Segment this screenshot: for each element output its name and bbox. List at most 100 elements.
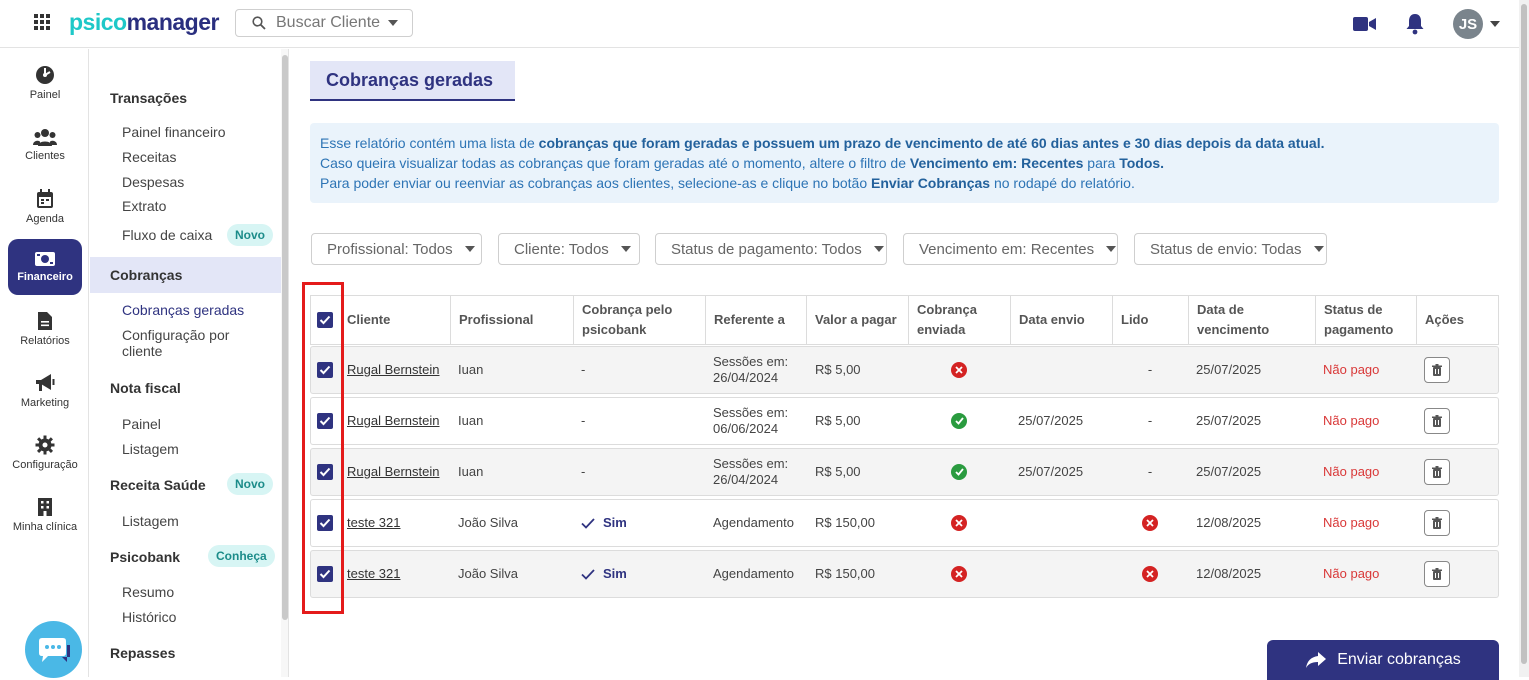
chat-support-button[interactable]	[25, 621, 82, 678]
chevron-down-icon	[464, 246, 475, 252]
psicobank-cell: -	[581, 464, 586, 479]
send-charges-button[interactable]: Enviar cobranças	[1267, 640, 1499, 680]
nav-configuracao[interactable]: Configuração	[8, 425, 82, 481]
payment-status-cell: Não pago	[1323, 500, 1416, 546]
nav-minha-clinica[interactable]: Minha clínica	[8, 487, 82, 543]
actions-cell	[1424, 347, 1484, 393]
status-badge: Não pago	[1323, 362, 1380, 377]
subnav-item-painel-financeiro[interactable]: Painel financeiro	[122, 124, 226, 140]
delete-button[interactable]	[1424, 561, 1450, 587]
subnav-section-nota-fiscal[interactable]: Nota fiscal	[110, 380, 181, 396]
subnav-item-rs-listagem[interactable]: Listagem	[122, 513, 179, 529]
col-cliente[interactable]: Cliente	[339, 296, 450, 344]
psicobank-cell: Sim	[581, 500, 705, 546]
psicobank-yes: Sim	[581, 566, 627, 582]
read-cell	[1112, 500, 1188, 546]
financeiro-subnav: Transações Painel financeiro Receitas De…	[90, 49, 281, 677]
client-link[interactable]: Rugal Bernstein	[347, 398, 450, 444]
col-cobranca-psicobank[interactable]: Cobrança pelo psicobank	[573, 296, 705, 344]
col-status-pagamento[interactable]: Status de pagamento	[1315, 296, 1416, 344]
col-data-vencimento[interactable]: Data de vencimento	[1188, 296, 1315, 344]
subnav-item-cobrancas-geradas[interactable]: Cobranças geradas	[122, 302, 244, 318]
actions-cell	[1424, 551, 1484, 597]
not-sent-x-icon	[951, 362, 967, 378]
client-link[interactable]: teste 321	[347, 551, 450, 597]
nav-painel[interactable]: Painel	[8, 55, 82, 111]
nav-marketing[interactable]: Marketing	[8, 363, 82, 419]
subnav-section-repasses[interactable]: Repasses	[110, 645, 175, 661]
discover-badge: Conheça	[208, 545, 275, 567]
bell-icon[interactable]	[1405, 13, 1425, 35]
nav-financeiro[interactable]: Financeiro	[8, 239, 82, 295]
share-arrow-icon	[1306, 652, 1327, 668]
col-profissional[interactable]: Profissional	[450, 296, 573, 344]
users-icon	[33, 129, 57, 146]
amount-cell: R$ 5,00	[815, 464, 861, 479]
subnav-item-fluxo-de-caixa[interactable]: Fluxo de caixa	[122, 227, 212, 243]
send-date-cell: 25/07/2025	[1018, 413, 1084, 428]
table-row: teste 321 João Silva Sim Agendamento R$ 150,…	[310, 499, 1499, 547]
table-row: Rugal Bernstein Iuan - Sessões em: 26/04/202…	[310, 448, 1499, 496]
subnav-item-nf-painel[interactable]: Painel	[122, 416, 161, 432]
subnav-item-resumo[interactable]: Resumo	[122, 584, 174, 600]
delete-button[interactable]	[1424, 510, 1450, 536]
client-link[interactable]: teste 321	[347, 500, 450, 546]
subnav-scrollbar[interactable]	[281, 49, 289, 677]
col-lido[interactable]: Lido	[1112, 296, 1188, 344]
search-client-dropdown[interactable]: Buscar Cliente	[235, 9, 413, 37]
filter-vencimento[interactable]: Vencimento em: Recentes	[903, 233, 1118, 265]
subnav-item-historico[interactable]: Histórico	[122, 609, 176, 625]
avatar[interactable]: JS	[1453, 9, 1483, 39]
nav-relatorios[interactable]: Relatórios	[8, 301, 82, 357]
info-box: Esse relatório contém uma lista de cobra…	[310, 123, 1499, 203]
not-read-x-icon	[1142, 566, 1158, 582]
col-valor[interactable]: Valor a pagar	[806, 296, 908, 344]
send-date-cell	[1018, 500, 1112, 546]
client-link[interactable]: Rugal Bernstein	[347, 347, 450, 393]
subnav-section-receita-saude[interactable]: Receita Saúde	[110, 477, 206, 493]
video-camera-icon[interactable]	[1353, 16, 1377, 32]
payment-status-cell: Não pago	[1323, 551, 1416, 597]
delete-button[interactable]	[1424, 357, 1450, 383]
nav-clientes[interactable]: Clientes	[8, 117, 82, 173]
page-title: Cobranças geradas	[310, 61, 515, 101]
chevron-down-icon[interactable]	[1489, 20, 1501, 28]
subnav-section-cobrancas[interactable]: Cobranças	[110, 267, 182, 283]
checkbox-column-highlight	[302, 282, 344, 614]
filter-cliente[interactable]: Cliente: Todos	[498, 233, 640, 265]
col-cobranca-enviada[interactable]: Cobrança enviada	[908, 296, 1010, 344]
filter-status-pagamento[interactable]: Status de pagamento: Todos	[655, 233, 887, 265]
new-badge: Novo	[227, 224, 273, 246]
subnav-item-receitas[interactable]: Receitas	[122, 149, 176, 165]
subnav-item-despesas[interactable]: Despesas	[122, 174, 184, 190]
status-badge: Não pago	[1323, 566, 1380, 581]
subnav-item-nf-listagem[interactable]: Listagem	[122, 441, 179, 457]
col-data-envio[interactable]: Data envio	[1010, 296, 1112, 344]
subnav-item-extrato[interactable]: Extrato	[122, 198, 166, 214]
amount-cell: R$ 5,00	[815, 413, 861, 428]
filter-status-envio[interactable]: Status de envio: Todas	[1134, 233, 1327, 265]
nav-agenda[interactable]: Agenda	[8, 179, 82, 235]
reference-cell: Agendamento	[713, 515, 794, 530]
subnav-section-psicobank[interactable]: Psicobank	[110, 549, 180, 565]
sent-status-cell	[908, 551, 1010, 597]
filter-profissional[interactable]: Profissional: Todos	[311, 233, 482, 265]
delete-button[interactable]	[1424, 459, 1450, 485]
reference-cell: Sessões em: 26/04/2024	[713, 456, 789, 487]
subnav-section-transacoes[interactable]: Transações	[110, 90, 187, 106]
table-header: Cliente Profissional Cobrança pelo psicob…	[310, 295, 1499, 345]
delete-button[interactable]	[1424, 408, 1450, 434]
due-date-cell: 25/07/2025	[1196, 362, 1262, 377]
client-link[interactable]: Rugal Bernstein	[347, 449, 450, 495]
col-referente[interactable]: Referente a	[705, 296, 806, 344]
top-bar: psicomanager Buscar Cliente JS	[0, 0, 1519, 48]
trash-icon	[1432, 567, 1442, 580]
logo[interactable]: psicomanager	[69, 9, 219, 36]
apps-grid-icon[interactable]	[34, 14, 50, 30]
search-icon	[252, 16, 266, 30]
subnav-item-configuracao-por-cliente[interactable]: Configuração por cliente	[122, 327, 229, 359]
read-cell: -	[1147, 362, 1153, 377]
page-scrollbar[interactable]	[1519, 0, 1529, 677]
sent-check-icon	[951, 413, 967, 429]
actions-cell	[1424, 500, 1484, 546]
